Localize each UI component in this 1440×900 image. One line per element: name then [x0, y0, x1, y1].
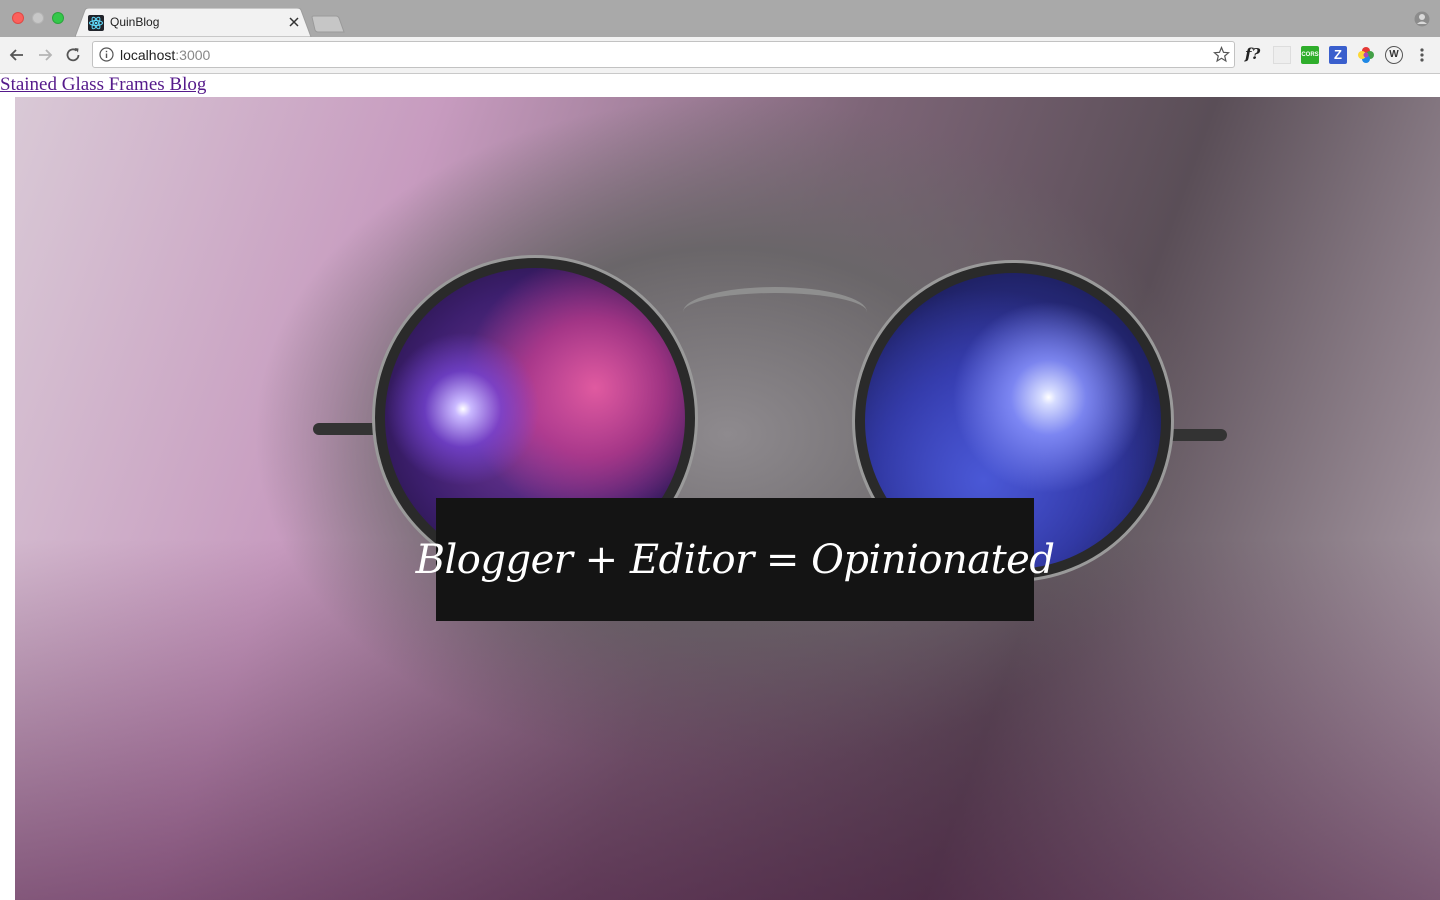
url-port: :3000 — [175, 47, 211, 63]
reload-icon[interactable] — [64, 46, 82, 64]
url-text: localhost:3000 — [120, 47, 210, 63]
grid-extension-icon[interactable] — [1273, 46, 1291, 64]
forward-arrow-icon[interactable] — [36, 46, 54, 64]
hero-caption-text: Blogger + Editor = Opinionated — [415, 536, 1055, 583]
hero-image: Blogger + Editor = Opinionated — [15, 97, 1440, 900]
close-tab-icon[interactable] — [285, 13, 303, 31]
browser-titlebar: QuinBlog — [0, 0, 1440, 37]
maximize-window-button[interactable] — [52, 12, 64, 24]
w-extension-icon[interactable]: W — [1385, 46, 1403, 64]
color-wheel-extension-icon[interactable] — [1357, 46, 1375, 64]
back-arrow-icon[interactable] — [8, 46, 26, 64]
more-menu-icon[interactable] — [1413, 46, 1431, 64]
glasses-bridge — [683, 287, 867, 337]
blog-home-link[interactable]: Stained Glass Frames Blog — [0, 74, 206, 96]
profile-icon[interactable] — [1414, 11, 1430, 27]
glasses-temple-right — [1167, 429, 1227, 441]
f-question-extension-icon[interactable]: f? — [1245, 45, 1267, 63]
close-window-button[interactable] — [12, 12, 24, 24]
react-atom-icon — [88, 15, 104, 31]
browser-toolbar: localhost:3000 f? CORS Z W — [0, 37, 1440, 74]
hero-caption-box: Blogger + Editor = Opinionated — [416, 498, 1055, 621]
address-bar[interactable]: localhost:3000 — [92, 41, 1235, 68]
minimize-window-button[interactable] — [32, 12, 44, 24]
bookmark-star-icon[interactable] — [1213, 46, 1230, 63]
new-tab-button[interactable] — [310, 15, 346, 33]
url-host: localhost — [120, 47, 176, 63]
site-info-icon[interactable] — [99, 47, 114, 62]
browser-tab[interactable]: QuinBlog — [75, 8, 312, 37]
tab-title: QuinBlog — [110, 15, 160, 29]
z-extension-icon[interactable]: Z — [1329, 46, 1347, 64]
cors-extension-icon[interactable]: CORS — [1301, 46, 1319, 64]
glasses-temple-left — [313, 423, 378, 435]
